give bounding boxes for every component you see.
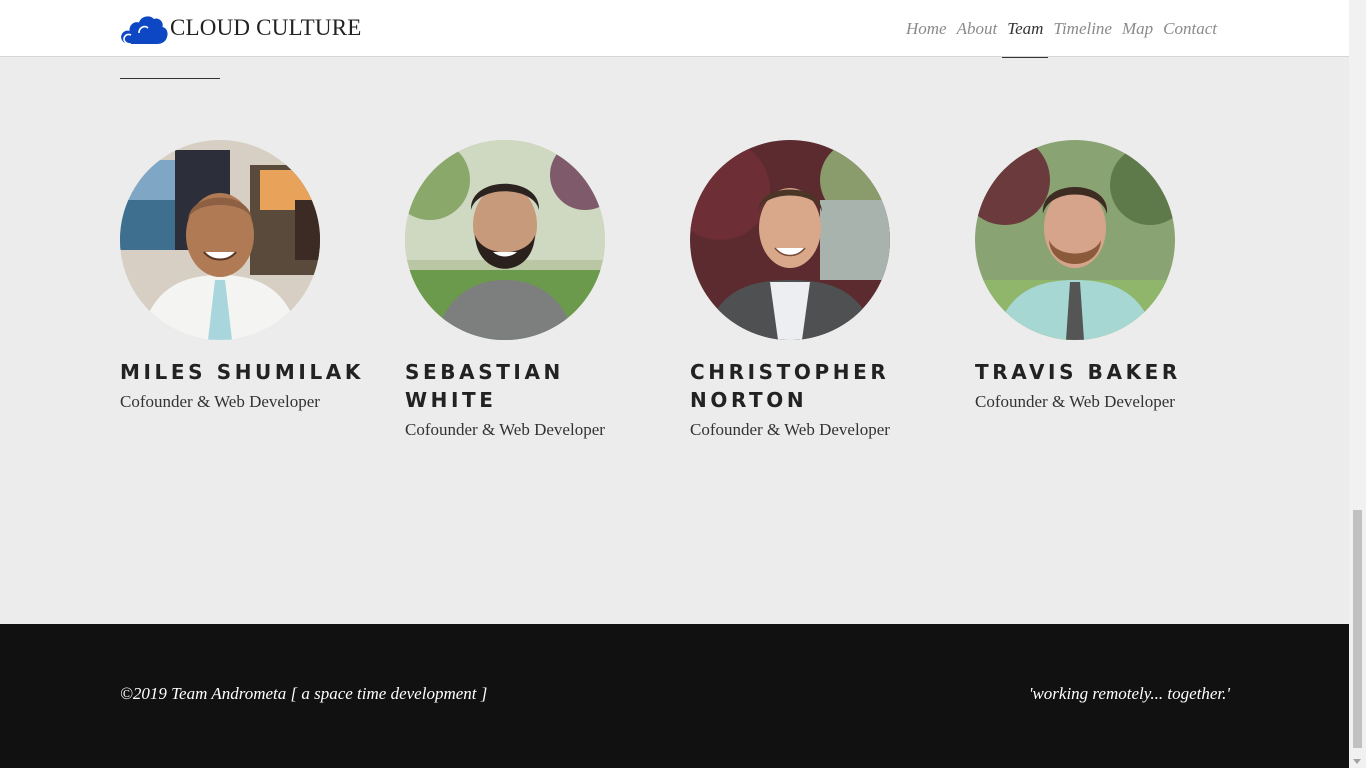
team-member: TRAVIS BAKER Cofounder & Web Developer	[975, 140, 1260, 440]
nav-home[interactable]: Home	[901, 0, 952, 57]
nav-timeline[interactable]: Timeline	[1048, 0, 1117, 57]
scroll-down-icon[interactable]	[1353, 759, 1361, 764]
footer-tagline: 'working remotely... together.'	[1028, 684, 1230, 703]
nav-contact[interactable]: Contact	[1158, 0, 1222, 57]
member-role: Cofounder & Web Developer	[975, 392, 1175, 411]
avatar	[405, 140, 605, 340]
navbar: CLOUD CULTURE Home About Team Timeline M…	[0, 0, 1349, 58]
team-section: MILES SHUMILAK Cofounder & Web Developer	[120, 140, 1260, 440]
member-name: SEBASTIAN WHITE	[405, 360, 564, 412]
nav-team[interactable]: Team	[1002, 0, 1049, 58]
nav-about[interactable]: About	[952, 0, 1003, 57]
member-role: Cofounder & Web Developer	[690, 420, 890, 439]
member-role: Cofounder & Web Developer	[120, 392, 320, 411]
avatar	[120, 140, 320, 340]
footer-copyright: ©2019 Team Andrometa [ a space time deve…	[120, 684, 488, 703]
section-divider	[120, 78, 220, 79]
brand-link[interactable]: CLOUD CULTURE	[120, 13, 362, 45]
avatar	[690, 140, 890, 340]
page: CLOUD CULTURE Home About Team Timeline M…	[0, 0, 1366, 768]
member-name: MILES SHUMILAK	[120, 360, 364, 384]
member-role: Cofounder & Web Developer	[405, 420, 605, 439]
main-nav: Home About Team Timeline Map Contact	[901, 0, 1222, 58]
brand-name: CLOUD CULTURE	[170, 14, 362, 40]
team-member: SEBASTIAN WHITE Cofounder & Web Develope…	[405, 140, 690, 440]
team-member: CHRISTOPHER NORTON Cofounder & Web Devel…	[690, 140, 975, 440]
team-member: MILES SHUMILAK Cofounder & Web Developer	[120, 140, 405, 440]
avatar	[975, 140, 1175, 340]
nav-map[interactable]: Map	[1117, 0, 1158, 57]
cloud-icon	[120, 13, 168, 45]
scrollbar-thumb[interactable]	[1353, 510, 1362, 748]
footer: ©2019 Team Andrometa [ a space time deve…	[0, 624, 1349, 768]
member-name: CHRISTOPHER NORTON	[690, 360, 890, 412]
scrollbar[interactable]	[1349, 0, 1366, 768]
member-name: TRAVIS BAKER	[975, 360, 1181, 384]
